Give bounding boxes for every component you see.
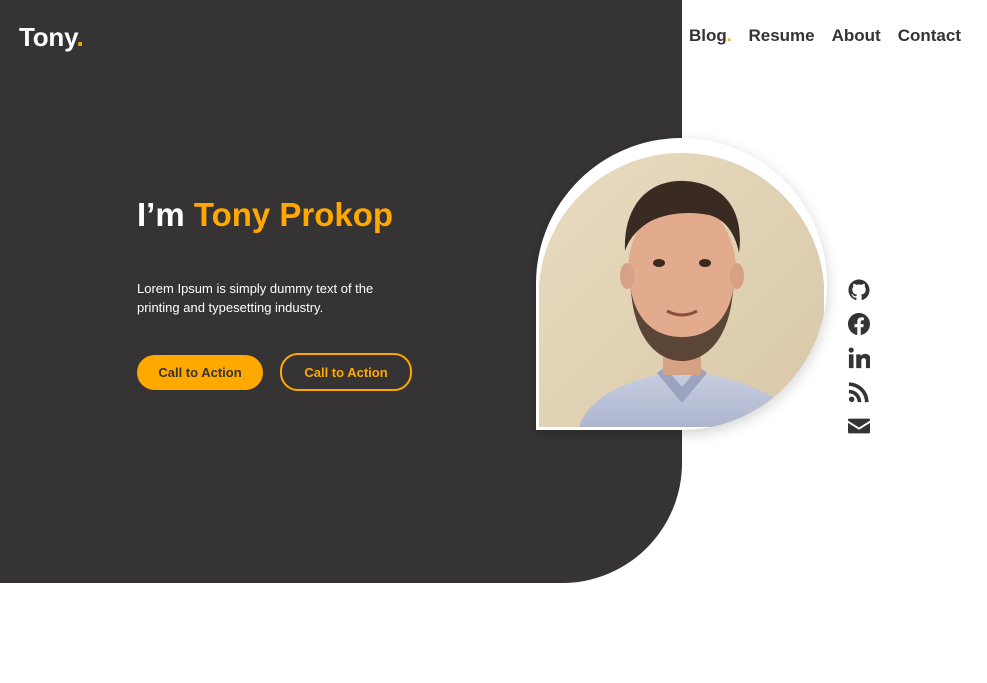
portrait-illustration bbox=[539, 152, 824, 427]
rss-link[interactable] bbox=[848, 381, 870, 403]
github-link[interactable] bbox=[848, 279, 870, 301]
profile-photo bbox=[536, 138, 827, 430]
hero-headline: I’m Tony Prokop bbox=[137, 196, 393, 234]
primary-cta-button[interactable]: Call to Action bbox=[137, 355, 263, 390]
rss-icon bbox=[848, 382, 869, 403]
linkedin-link[interactable] bbox=[848, 347, 870, 369]
logo-dot: . bbox=[76, 22, 84, 52]
mail-icon bbox=[848, 418, 870, 434]
logo-text: Tony bbox=[19, 22, 77, 52]
hero-intro-text: Lorem Ipsum is simply dummy text of the … bbox=[137, 281, 374, 315]
social-links bbox=[848, 279, 870, 449]
headline-prefix: I’m bbox=[137, 196, 194, 233]
nav-item-about[interactable]: About bbox=[832, 26, 881, 46]
facebook-link[interactable] bbox=[848, 313, 870, 335]
headline-name: Tony Prokop bbox=[193, 196, 394, 233]
secondary-cta-button[interactable]: Call to Action bbox=[280, 353, 412, 391]
main-nav: Blog. Resume About Contact bbox=[689, 26, 961, 46]
facebook-icon bbox=[848, 313, 870, 335]
site-logo[interactable]: Tony. bbox=[19, 22, 84, 53]
email-link[interactable] bbox=[848, 415, 870, 437]
nav-separator-dot: . bbox=[726, 26, 732, 45]
nav-item-blog[interactable]: Blog bbox=[689, 26, 727, 46]
github-icon bbox=[848, 279, 870, 301]
nav-item-contact[interactable]: Contact bbox=[898, 26, 961, 46]
nav-item-resume[interactable]: Resume bbox=[748, 26, 814, 46]
linkedin-icon bbox=[848, 347, 870, 369]
